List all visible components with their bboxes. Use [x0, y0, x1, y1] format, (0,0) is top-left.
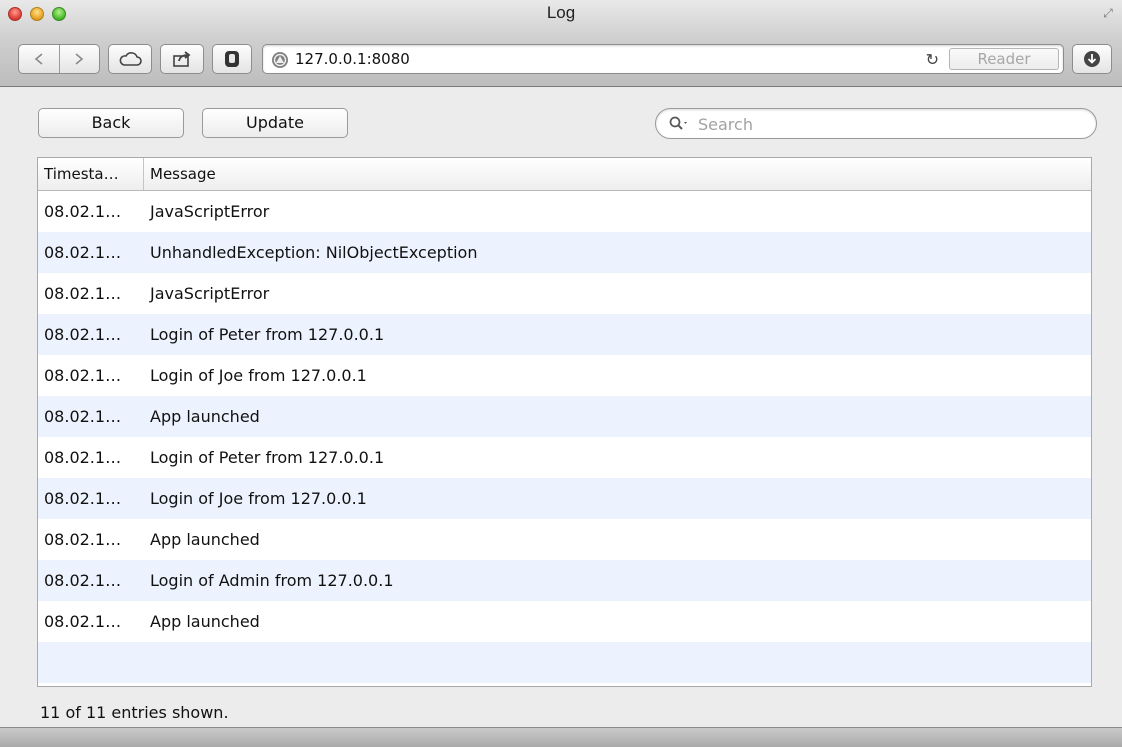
cloud-icon: [119, 52, 142, 66]
cell-message: JavaScriptError: [150, 202, 270, 221]
back-forward-buttons: [18, 44, 100, 74]
share-icon: [173, 51, 191, 67]
table-body: 08.02.1… JavaScriptError 08.02.1… Unhandle…: [38, 191, 1091, 683]
page-content: Back Update Timesta… Message 08.02.1… Jav…: [0, 87, 1122, 727]
cell-timestamp: 08.02.1…: [44, 407, 122, 426]
cell-timestamp: 08.02.1…: [44, 202, 122, 221]
reload-icon[interactable]: ↻: [926, 50, 939, 69]
table-row[interactable]: 08.02.1… JavaScriptError: [38, 191, 1091, 232]
cell-message: JavaScriptError: [150, 284, 270, 303]
search-field[interactable]: [655, 108, 1097, 139]
cell-timestamp: 08.02.1…: [44, 325, 122, 344]
cell-message: Login of Joe from 127.0.0.1: [150, 489, 367, 508]
status-bar: [0, 727, 1122, 747]
cell-timestamp: 08.02.1…: [44, 489, 122, 508]
download-icon: [1084, 51, 1100, 67]
update-button[interactable]: Update: [202, 108, 348, 138]
table-row[interactable]: 08.02.1… Login of Joe from 127.0.0.1: [38, 355, 1091, 396]
table-row[interactable]: 08.02.1… App launched: [38, 396, 1091, 437]
table-row[interactable]: 08.02.1… UnhandledException: NilObjectExc…: [38, 232, 1091, 273]
cell-message: Login of Joe from 127.0.0.1: [150, 366, 367, 385]
cell-message: Login of Peter from 127.0.0.1: [150, 448, 385, 467]
column-header-message[interactable]: Message: [144, 158, 1091, 190]
cell-message: App launched: [150, 530, 260, 549]
table-row[interactable]: 08.02.1… Login of Admin from 127.0.0.1: [38, 560, 1091, 601]
cell-timestamp: 08.02.1…: [44, 366, 122, 385]
forward-button[interactable]: [59, 45, 99, 73]
cell-timestamp: 08.02.1…: [44, 243, 122, 262]
window-title: Log: [546, 3, 576, 22]
back-button[interactable]: [19, 45, 59, 73]
downloads-button[interactable]: [1072, 44, 1112, 74]
magnifier-icon[interactable]: [669, 116, 691, 132]
share-button[interactable]: [160, 44, 204, 74]
table-row[interactable]: 08.02.1… Login of Peter from 127.0.0.1: [38, 437, 1091, 478]
search-input[interactable]: [696, 112, 1090, 136]
site-icon: [272, 52, 288, 68]
reader-button[interactable]: Reader: [949, 48, 1059, 70]
log-table: Timesta… Message 08.02.1… JavaScriptError…: [37, 157, 1092, 687]
cell-timestamp: 08.02.1…: [44, 571, 122, 590]
cell-timestamp: 08.02.1…: [44, 448, 122, 467]
table-row[interactable]: 08.02.1… Login of Peter from 127.0.0.1: [38, 314, 1091, 355]
browser-window: Log ⤢ 127.0.0.1:8080 ↻ Reader Back Updat…: [0, 0, 1122, 747]
forward-arrow-icon: [75, 53, 84, 65]
fullscreen-icon[interactable]: ⤢: [1100, 5, 1116, 21]
cell-timestamp: 08.02.1…: [44, 612, 122, 631]
icloud-tabs-button[interactable]: [108, 44, 152, 74]
table-header: Timesta… Message: [38, 158, 1091, 191]
entries-status: 11 of 11 entries shown.: [40, 703, 229, 722]
column-header-timestamp[interactable]: Timesta…: [38, 158, 144, 190]
table-row[interactable]: 08.02.1… JavaScriptError: [38, 273, 1091, 314]
table-row[interactable]: 08.02.1… Login of Joe from 127.0.0.1: [38, 478, 1091, 519]
browser-chrome: Log ⤢ 127.0.0.1:8080 ↻ Reader: [0, 0, 1122, 87]
cell-message: Login of Admin from 127.0.0.1: [150, 571, 394, 590]
back-page-button[interactable]: Back: [38, 108, 184, 138]
address-bar[interactable]: 127.0.0.1:8080 ↻ Reader: [262, 44, 1064, 74]
cell-timestamp: 08.02.1…: [44, 284, 122, 303]
table-row[interactable]: 08.02.1… App launched: [38, 519, 1091, 560]
url-text: 127.0.0.1:8080: [295, 50, 410, 68]
back-arrow-icon: [34, 53, 43, 65]
cell-message: UnhandledException: NilObjectException: [150, 243, 478, 262]
cell-timestamp: 08.02.1…: [44, 530, 122, 549]
hand-icon: [225, 51, 239, 67]
extension-button[interactable]: [212, 44, 252, 74]
cell-message: Login of Peter from 127.0.0.1: [150, 325, 385, 344]
cell-message: App launched: [150, 407, 260, 426]
table-row[interactable]: 08.02.1… App launched: [38, 601, 1091, 642]
cell-message: App launched: [150, 612, 260, 631]
table-row-empty: [38, 642, 1091, 683]
